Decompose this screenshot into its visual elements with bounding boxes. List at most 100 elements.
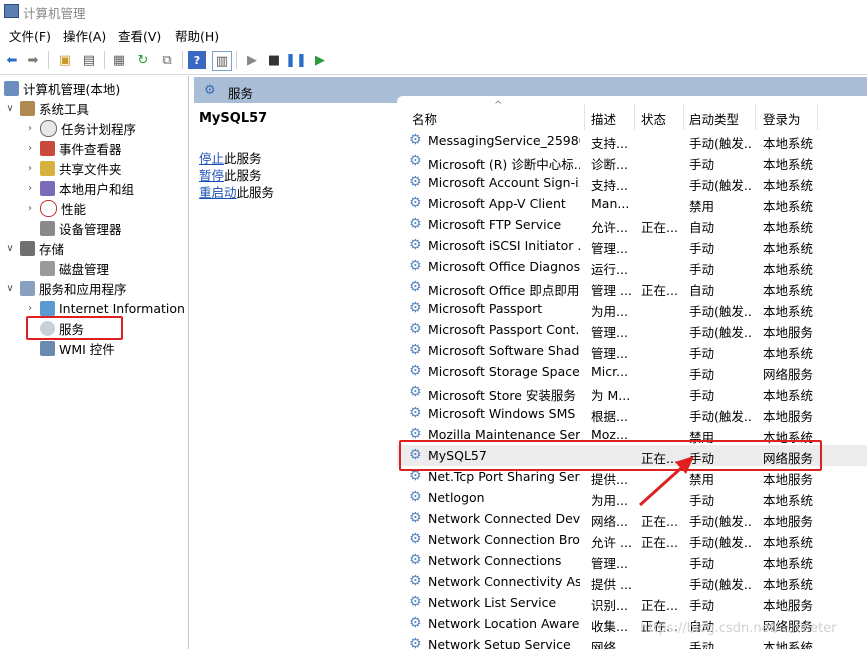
stop-link[interactable]: 停止 — [199, 151, 224, 166]
column-header: ^ 名称 描述 状态 启动类型 登录为 — [397, 96, 867, 130]
forward-arrow-icon[interactable]: ➡ — [24, 51, 42, 69]
table-row[interactable]: ⚙ Microsoft iSCSI Initiator ... 管理... 手动 本地系… — [397, 235, 867, 256]
table-row[interactable]: ⚙ Microsoft Account Sign-i... 支持... 手动(触发..… — [397, 172, 867, 193]
tree-item-iis[interactable]: › Internet Information S — [24, 298, 188, 318]
table-row[interactable]: ⚙ Microsoft Storage Space... Micr... 手动 网络服务 — [397, 361, 867, 382]
table-row[interactable]: ⚙ Microsoft Store 安装服务为 M... 手动 本地系统 — [397, 382, 867, 403]
cell-description: Micr... — [591, 364, 629, 379]
cell-startup-type: 手动(触发... — [689, 409, 753, 424]
properties-icon[interactable]: ▦ — [110, 51, 128, 69]
table-row[interactable]: ⚙ Network Connections 管理... 手动 本地系统 — [397, 550, 867, 571]
cell-startup-type: 手动(触发... — [689, 178, 753, 193]
menu-action[interactable]: 操作(A) — [63, 26, 106, 45]
chevron-right-icon[interactable]: › — [24, 163, 36, 174]
tree-item-wmi[interactable]: WMI 控件 — [24, 338, 115, 358]
cell-log-on-as: 网络服务 — [763, 367, 814, 382]
tree-item-event-viewer[interactable]: › 事件查看器 — [24, 138, 122, 158]
show-tree-icon[interactable]: ▤ — [80, 51, 98, 69]
table-row[interactable]: ⚙ Microsoft Passport Cont... 管理... 手动(触发...… — [397, 319, 867, 340]
table-row[interactable]: ⚙ Microsoft Office 即点即用... 管理 ... 正在... 自动 本地… — [397, 277, 867, 298]
navigation-tree: 计算机管理(本地) ∨ 系统工具 › 任务计划程序 › 事件查看器 › 共享文件… — [0, 76, 189, 649]
column-description[interactable]: 描述 — [591, 109, 616, 128]
table-row[interactable]: ⚙ Microsoft (R) 诊断中心标... 诊断... 手动 本地系统 — [397, 151, 867, 172]
cell-startup-type: 手动(触发... — [689, 136, 753, 151]
cell-name: Network Connections — [428, 553, 562, 568]
tree-item-local-users[interactable]: › 本地用户和组 — [24, 178, 134, 198]
service-gear-icon: ⚙ — [409, 174, 422, 190]
table-row[interactable]: ⚙ Microsoft App-V Client Man... 禁用 本地系统 — [397, 193, 867, 214]
table-row[interactable]: ⚙ Network Connectivity Ass... 提供 ... 手动(触发.… — [397, 571, 867, 592]
cell-description: 管理... — [591, 556, 628, 571]
device-manager-icon — [40, 220, 55, 236]
tree-item-shared-folders[interactable]: › 共享文件夹 — [24, 158, 122, 178]
tree-item-storage[interactable]: ∨ 存储 — [4, 238, 64, 258]
pause-icon[interactable]: ❚❚ — [285, 51, 307, 69]
refresh-icon[interactable]: ↻ — [134, 51, 152, 69]
table-row[interactable]: ⚙ Microsoft FTP Service 允许... 正在... 自动 本地系统 — [397, 214, 867, 235]
cell-description: 识别... — [591, 598, 628, 613]
tree-item-disk-management[interactable]: 磁盘管理 — [24, 258, 109, 278]
table-row[interactable]: ⚙ Microsoft Windows SMS ... 根据... 手动(触发... 本… — [397, 403, 867, 424]
chevron-right-icon[interactable]: › — [24, 203, 36, 214]
disk-icon — [40, 260, 55, 276]
service-gear-icon: ⚙ — [409, 363, 422, 379]
menu-help[interactable]: 帮助(H) — [175, 26, 219, 45]
table-row[interactable]: ⚙ Network Connection Bro... 允许 ... 正在... 手动(… — [397, 529, 867, 550]
cell-startup-type: 自动 — [689, 283, 715, 298]
cell-log-on-as: 本地系统 — [763, 388, 814, 403]
tree-item-system-tools[interactable]: ∨ 系统工具 — [4, 98, 89, 118]
chevron-right-icon[interactable]: › — [24, 183, 36, 194]
chevron-down-icon[interactable]: ∨ — [4, 283, 16, 294]
table-row[interactable]: ⚙ MessagingService_25980 支持... 手动(触发... 本地系统 — [397, 130, 867, 151]
tree-item-task-scheduler[interactable]: › 任务计划程序 — [24, 118, 136, 138]
cell-startup-type: 手动 — [689, 556, 715, 571]
tree-item-services-and-apps[interactable]: ∨ 服务和应用程序 — [4, 278, 127, 298]
back-arrow-icon[interactable]: ⬅ — [3, 51, 21, 69]
cell-log-on-as: 本地系统 — [763, 136, 814, 151]
table-row[interactable]: ⚙ Network Connected Devi... 网络... 正在... 手动(触… — [397, 508, 867, 529]
cell-log-on-as: 本地服务 — [763, 325, 814, 340]
table-row[interactable]: ⚙ Microsoft Software Shad... 管理... 手动 本地系统 — [397, 340, 867, 361]
menu-bar: 文件(F) 操作(A) 查看(V) 帮助(H) — [0, 24, 867, 44]
action-pane-icon[interactable]: ▥ — [212, 51, 232, 71]
cell-description: 支持... — [591, 178, 628, 193]
table-row[interactable]: ⚙ Network Setup Service 网络... 手动 本地系统 — [397, 634, 867, 649]
menu-file[interactable]: 文件(F) — [9, 26, 51, 45]
table-row[interactable]: ⚙ Network List Service 识别... 正在... 手动 本地服务 — [397, 592, 867, 613]
menu-view[interactable]: 查看(V) — [118, 26, 161, 45]
restart-icon[interactable]: ▶ — [311, 51, 329, 69]
cell-startup-type: 手动 — [689, 346, 715, 361]
chevron-right-icon[interactable]: › — [24, 143, 36, 154]
table-row[interactable]: ⚙ Microsoft Passport 为用... 手动(触发... 本地系统 — [397, 298, 867, 319]
play-icon[interactable]: ▶ — [243, 51, 261, 69]
cell-startup-type: 自动 — [689, 220, 715, 235]
chevron-right-icon[interactable]: › — [24, 123, 36, 134]
pause-link[interactable]: 暂停 — [199, 168, 224, 183]
chevron-right-icon[interactable]: › — [24, 303, 36, 314]
up-folder-icon[interactable]: ▣ — [56, 51, 74, 69]
cell-startup-type: 禁用 — [689, 199, 715, 214]
column-startup-type[interactable]: 启动类型 — [689, 109, 739, 128]
cell-name: Microsoft FTP Service — [428, 217, 562, 232]
cell-name: Microsoft Office Diagnos... — [428, 259, 580, 274]
chevron-down-icon[interactable]: ∨ — [4, 103, 16, 114]
column-name[interactable]: 名称 — [412, 109, 437, 128]
restart-link[interactable]: 重启动 — [199, 185, 237, 200]
table-row[interactable]: ⚙ Microsoft Office Diagnos... 运行... 手动 本地系统 — [397, 256, 867, 277]
chevron-down-icon[interactable]: ∨ — [4, 243, 16, 254]
column-log-on-as[interactable]: 登录为 — [763, 109, 801, 128]
cell-log-on-as: 本地系统 — [763, 199, 814, 214]
help-icon[interactable]: ? — [188, 51, 206, 69]
cell-startup-type: 手动 — [689, 262, 715, 277]
iis-icon — [40, 300, 55, 316]
tree-root[interactable]: 计算机管理(本地) — [4, 78, 120, 98]
stop-icon[interactable]: ■ — [265, 51, 283, 69]
cell-log-on-as: 本地服务 — [763, 598, 814, 613]
cell-startup-type: 手动(触发... — [689, 535, 753, 550]
cell-log-on-as: 本地系统 — [763, 283, 814, 298]
column-status[interactable]: 状态 — [641, 109, 666, 128]
cell-startup-type: 手动 — [689, 157, 715, 172]
tree-item-device-manager[interactable]: 设备管理器 — [24, 218, 122, 238]
export-icon[interactable]: ⧉ — [158, 51, 176, 69]
tree-item-performance[interactable]: › 性能 — [24, 198, 86, 218]
